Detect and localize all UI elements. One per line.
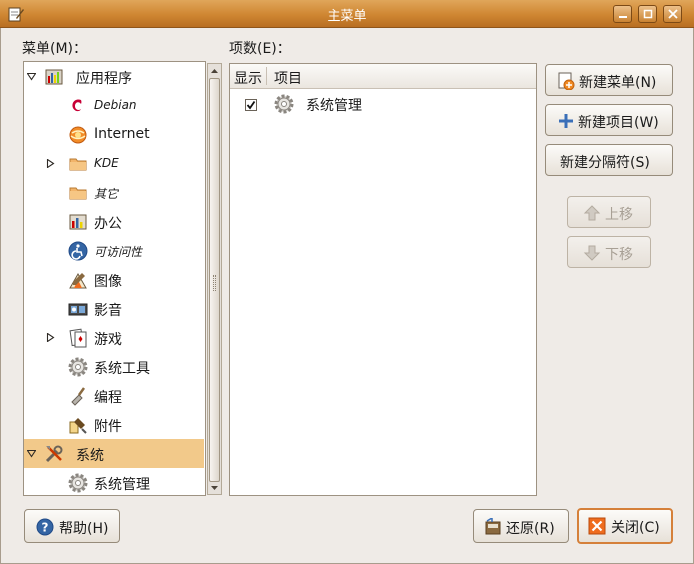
- tree-item[interactable]: 可访问性: [24, 236, 204, 265]
- items-list-header: 显示 项目: [230, 64, 536, 89]
- office-chart-icon: [69, 214, 87, 230]
- new-menu-button[interactable]: 新建菜单(N): [545, 64, 673, 96]
- expander-closed-icon[interactable]: [46, 333, 55, 342]
- maximize-button[interactable]: [638, 5, 657, 23]
- close-window-button[interactable]: [663, 5, 682, 23]
- item-label: 系统管理: [306, 98, 362, 114]
- menus-label: 菜单(M)：: [22, 41, 88, 57]
- window-title: 主菜单: [327, 9, 367, 24]
- tree-item-label: 可访问性: [94, 245, 143, 259]
- scroll-up-arrow-icon[interactable]: [209, 65, 220, 77]
- arrow-up-icon: [583, 205, 601, 221]
- scrollbar-grip: [213, 275, 216, 291]
- debian-icon: [72, 99, 82, 112]
- revert-label: 还原(R): [506, 521, 555, 537]
- help-label: 帮助(H): [59, 521, 109, 537]
- folder-icon: [69, 158, 87, 171]
- tree-item-label: KDE: [94, 156, 119, 170]
- system-tools-icon: [45, 445, 63, 463]
- expander-closed-icon[interactable]: [46, 159, 55, 168]
- move-up-label: 上移: [605, 207, 633, 223]
- expander-open-icon[interactable]: [27, 72, 36, 81]
- svg-text:?: ?: [42, 521, 49, 535]
- column-header-item[interactable]: 项目: [274, 68, 302, 88]
- tree-item-label: 图像: [94, 274, 122, 290]
- tree-item[interactable]: 附件: [24, 410, 204, 439]
- tree-item-label: 附件: [94, 419, 122, 435]
- expander-open-icon[interactable]: [27, 449, 36, 458]
- scroll-down-arrow-icon[interactable]: [209, 482, 220, 494]
- minimize-button[interactable]: [613, 5, 632, 23]
- games-cards-icon: [69, 328, 87, 348]
- tree-item-label: Debian: [94, 98, 137, 112]
- tree-item[interactable]: 应用程序: [24, 62, 204, 91]
- tree-item[interactable]: 游戏: [24, 323, 204, 352]
- tree-item[interactable]: 编程: [24, 381, 204, 410]
- new-separator-label: 新建分隔符(S): [560, 155, 650, 171]
- tree-item-label: 系统管理: [94, 477, 150, 493]
- accessibility-icon: [68, 241, 88, 261]
- title-bar[interactable]: 主菜单: [0, 0, 694, 28]
- tree-item[interactable]: KDE: [24, 149, 204, 178]
- tree-item[interactable]: Internet: [24, 120, 204, 149]
- gear-icon: [68, 473, 88, 493]
- show-checkbox[interactable]: [245, 99, 257, 111]
- close-icon: [668, 9, 678, 19]
- folder-icon: [69, 187, 87, 200]
- move-down-button[interactable]: 下移: [567, 236, 651, 268]
- tree-item-label: 编程: [94, 390, 122, 406]
- column-divider: [266, 67, 267, 85]
- items-label: 项数(E)：: [229, 41, 291, 57]
- new-menu-label: 新建菜单(N): [579, 75, 657, 91]
- menu-tree[interactable]: 应用程序 Debian Internet KDE 其它办公可访问性图像影音游戏系统工具编…: [23, 61, 206, 496]
- close-label: 关闭(C): [611, 520, 660, 536]
- tree-item[interactable]: 系统管理: [24, 468, 204, 497]
- gear-icon: [68, 357, 88, 377]
- items-list[interactable]: 显示 项目 系统管理: [229, 63, 537, 496]
- tree-item[interactable]: 其它: [24, 178, 204, 207]
- tree-item[interactable]: 办公: [24, 207, 204, 236]
- checkmark-icon: [246, 100, 256, 110]
- menu-tree-scrollbar[interactable]: [207, 63, 222, 495]
- maximize-icon: [643, 9, 653, 19]
- accessories-icon: [69, 418, 87, 434]
- programming-trowel-icon: [71, 387, 86, 406]
- tree-item-label: 其它: [94, 187, 119, 201]
- internet-globe-icon: [69, 126, 87, 144]
- new-menu-icon: [558, 72, 575, 90]
- minimize-icon: [619, 16, 627, 18]
- scrollbar-thumb[interactable]: [209, 78, 220, 482]
- applications-icon: [45, 69, 63, 85]
- tree-item[interactable]: 系统: [24, 439, 204, 468]
- graphics-icon: [69, 272, 87, 289]
- new-separator-button[interactable]: 新建分隔符(S): [545, 144, 673, 176]
- tree-item-label: 系统: [76, 448, 104, 464]
- close-button[interactable]: 关闭(C): [577, 508, 673, 544]
- help-button[interactable]: ? 帮助(H): [24, 509, 120, 543]
- new-item-button[interactable]: 新建项目(W): [545, 104, 673, 136]
- table-row[interactable]: 系统管理: [230, 91, 536, 117]
- close-dialog-icon: [588, 517, 606, 535]
- revert-icon: [485, 518, 501, 535]
- tree-item[interactable]: Debian: [24, 91, 204, 120]
- column-header-show[interactable]: 显示: [234, 68, 262, 88]
- tree-item-label: 系统工具: [94, 361, 150, 377]
- tree-item-label: 办公: [94, 216, 122, 232]
- tree-item-label: 游戏: [94, 332, 122, 348]
- add-icon: [559, 114, 573, 128]
- tree-item-label: 应用程序: [76, 71, 132, 87]
- multimedia-icon: [68, 303, 88, 316]
- tree-item[interactable]: 图像: [24, 265, 204, 294]
- arrow-down-icon: [583, 245, 601, 261]
- move-down-label: 下移: [605, 247, 633, 263]
- tree-item[interactable]: 系统工具: [24, 352, 204, 381]
- tree-item-label: Internet: [94, 126, 150, 142]
- tree-item[interactable]: 影音: [24, 294, 204, 323]
- revert-button[interactable]: 还原(R): [473, 509, 569, 543]
- gear-icon: [274, 94, 294, 114]
- help-icon: ?: [36, 518, 54, 536]
- move-up-button[interactable]: 上移: [567, 196, 651, 228]
- new-item-label: 新建项目(W): [578, 115, 659, 131]
- tree-item-label: 影音: [94, 303, 122, 319]
